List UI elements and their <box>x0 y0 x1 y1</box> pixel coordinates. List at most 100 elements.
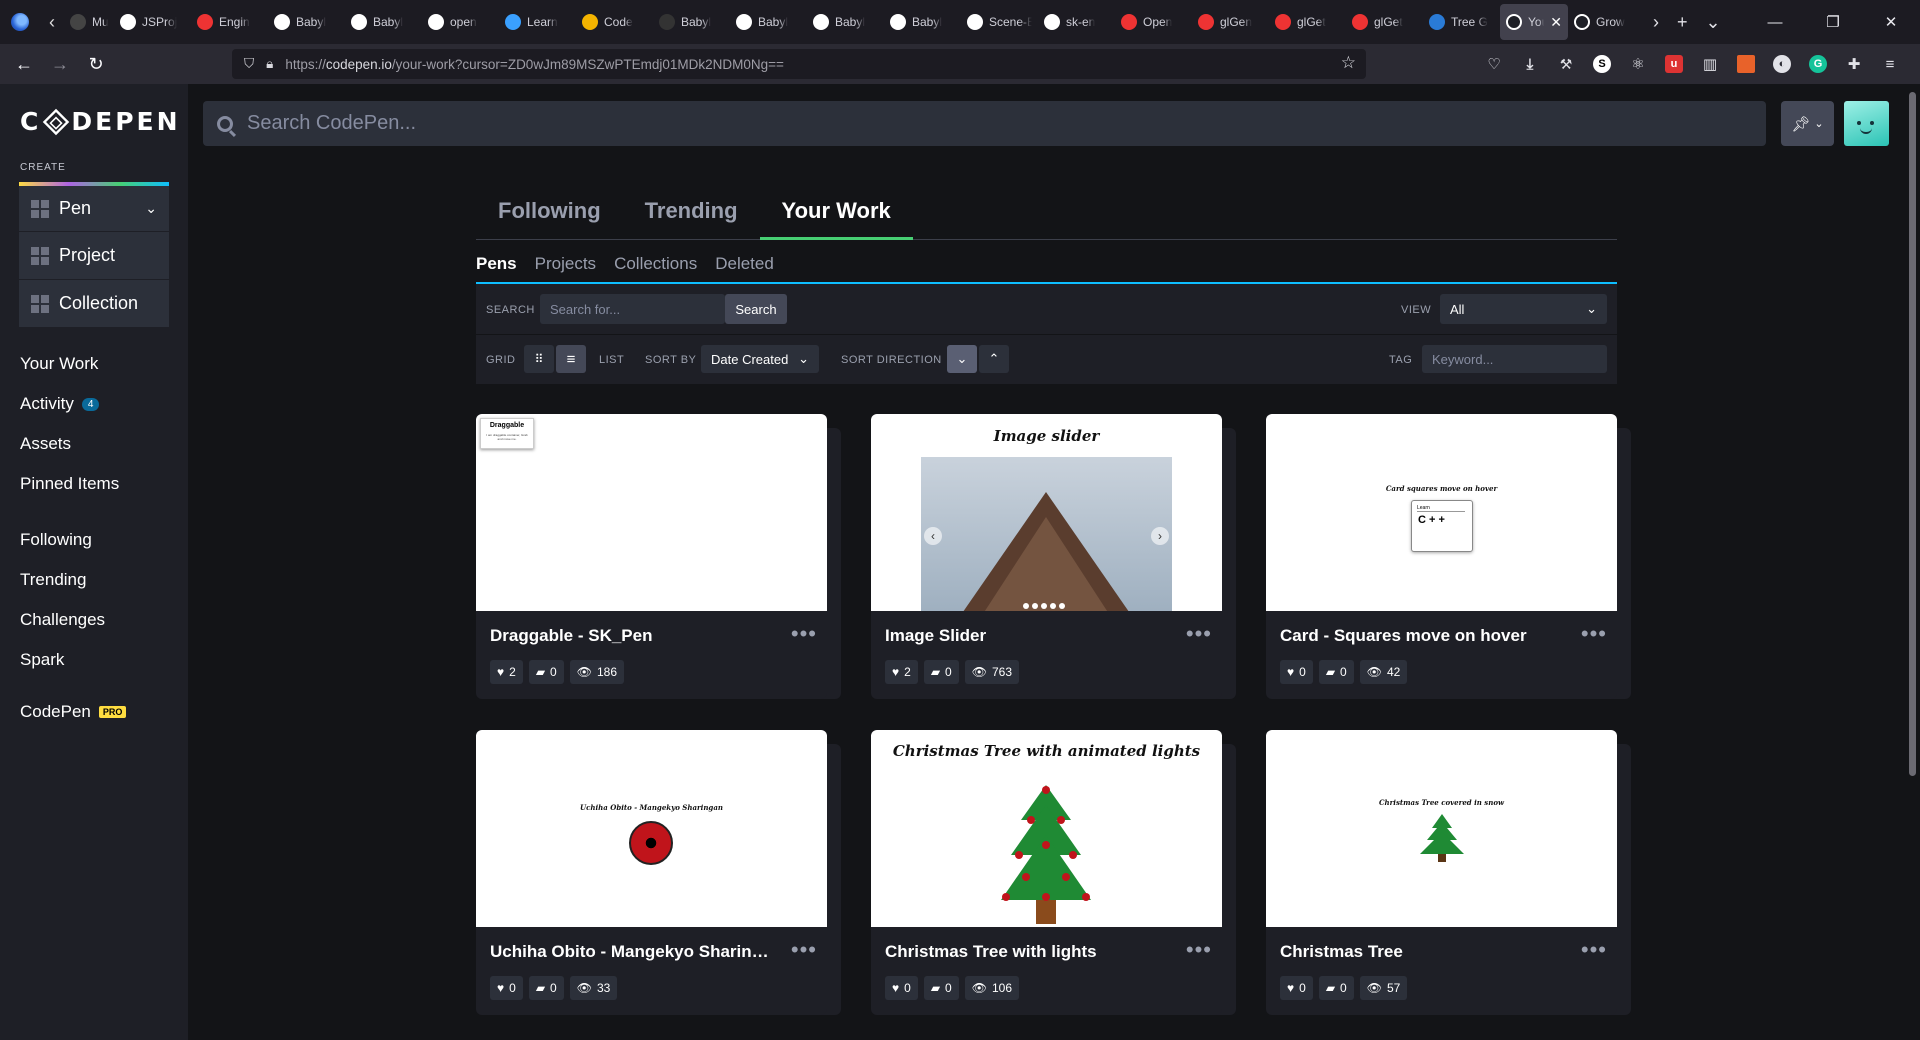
sidebar-item-your-work[interactable]: Your Work <box>20 344 180 384</box>
like-button[interactable]: ♥ 0 <box>885 976 918 1000</box>
subtab-collections[interactable]: Collections <box>614 254 697 282</box>
tab[interactable]: Grow <box>1568 4 1645 40</box>
dark-reader-icon[interactable]: ◐ <box>1773 55 1791 73</box>
pen-title[interactable]: Image Slider <box>885 626 1165 646</box>
pen-title[interactable]: Christmas Tree <box>1280 942 1560 962</box>
tab-scroll-right-icon[interactable]: › <box>1653 12 1659 33</box>
pen-title[interactable]: Uchiha Obito - Mangekyo Sharingan <box>490 942 770 962</box>
tab[interactable]: Babyl <box>345 4 422 40</box>
tab[interactable]: JSProj <box>114 4 191 40</box>
shield-icon[interactable]: ⛉ <box>244 56 254 72</box>
downloads-icon[interactable]: ⤓ <box>1521 55 1539 73</box>
tab[interactable]: Babyl <box>268 4 345 40</box>
codepen-logo[interactable]: C DEPEN <box>20 107 181 136</box>
firefox-view-button[interactable] <box>0 0 40 44</box>
like-button[interactable]: ♥ 0 <box>1280 976 1313 1000</box>
like-button[interactable]: ♥ 0 <box>490 976 523 1000</box>
pen-preview[interactable]: Card squares move on hover Learn C + + <box>1266 414 1617 611</box>
tab[interactable]: Code <box>576 4 653 40</box>
app-menu-icon[interactable]: ≡ <box>1881 55 1899 73</box>
pen-card[interactable]: Christmas Tree with animated lights Chri… <box>871 730 1236 1015</box>
pen-title[interactable]: Christmas Tree with lights <box>885 942 1165 962</box>
more-options-icon[interactable]: ••• <box>791 939 817 961</box>
new-tab-icon[interactable]: + <box>1677 12 1688 33</box>
tab[interactable]: Babyl <box>884 4 961 40</box>
back-icon[interactable]: ← <box>6 48 42 80</box>
list-view-icon[interactable]: ≡ <box>556 345 586 373</box>
user-avatar[interactable] <box>1844 101 1889 146</box>
close-tab-icon[interactable]: ✕ <box>1550 14 1562 31</box>
tab-active[interactable]: You ✕ <box>1500 4 1568 40</box>
slider-prev-icon[interactable]: ‹ <box>924 527 942 545</box>
like-button[interactable]: ♥ 2 <box>490 660 523 684</box>
sort-descending-icon[interactable]: ⌄ <box>947 345 977 373</box>
page-scrollbar[interactable] <box>1905 84 1920 1040</box>
sort-ascending-icon[interactable]: ⌃ <box>979 345 1009 373</box>
pen-preview[interactable]: Uchiha Obito - Mangekyo Sharingan <box>476 730 827 927</box>
pinned-items-button[interactable]: 📌︎ ⌄ <box>1781 101 1834 146</box>
tab[interactable]: Music <box>64 4 114 40</box>
tab[interactable]: glGen <box>1192 4 1269 40</box>
list-all-tabs-icon[interactable]: ⌄ <box>1706 12 1721 33</box>
sidebar-item-activity[interactable]: Activity 4 <box>20 384 180 424</box>
sidebar-item-spark[interactable]: Spark <box>20 640 180 680</box>
subtab-pens[interactable]: Pens <box>476 254 517 282</box>
pen-preview[interactable]: Christmas Tree with animated lights <box>871 730 1222 927</box>
tab-trending[interactable]: Trending <box>623 188 760 240</box>
create-pen-button[interactable]: Pen ⌄ <box>19 182 169 231</box>
sidebar-item-trending[interactable]: Trending <box>20 560 180 600</box>
tab[interactable]: sk-en <box>1038 4 1115 40</box>
more-options-icon[interactable]: ••• <box>1186 939 1212 961</box>
comments-button[interactable]: ▰ 0 <box>528 976 564 1000</box>
sidebar-item-assets[interactable]: Assets <box>20 424 180 464</box>
tab[interactable]: open <box>422 4 499 40</box>
comments-button[interactable]: ▰ 0 <box>528 660 564 684</box>
wrench-icon[interactable]: ⚒ <box>1557 55 1575 73</box>
tab[interactable]: Tree G <box>1423 4 1500 40</box>
chevron-down-icon[interactable]: ⌄ <box>145 200 157 217</box>
sidebar-item-following[interactable]: Following <box>20 520 180 560</box>
pen-card[interactable]: Draggable I am draggable container, Grab… <box>476 414 841 699</box>
scrollbar-thumb[interactable] <box>1909 92 1916 776</box>
pen-preview[interactable]: Image slider ‹ › <box>871 414 1222 611</box>
bookmark-star-icon[interactable]: ☆ <box>1341 53 1356 73</box>
slider-next-icon[interactable]: › <box>1151 527 1169 545</box>
grid-view-icon[interactable]: ⠿ <box>524 345 554 373</box>
tab[interactable]: Open <box>1115 4 1192 40</box>
close-window-icon[interactable]: ✕ <box>1862 0 1920 44</box>
pen-title[interactable]: Card - Squares move on hover <box>1280 626 1560 646</box>
tab-scroll-left-icon[interactable]: ‹ <box>40 0 64 44</box>
view-select[interactable]: All ⌄ <box>1440 294 1607 324</box>
more-options-icon[interactable]: ••• <box>1186 623 1212 645</box>
pen-card[interactable]: Uchiha Obito - Mangekyo Sharingan Uchiha… <box>476 730 841 1015</box>
like-button[interactable]: ♥ 2 <box>885 660 918 684</box>
more-options-icon[interactable]: ••• <box>791 623 817 645</box>
tab[interactable]: Babyl <box>807 4 884 40</box>
sidebar-item-codepen-pro[interactable]: CodePen PRO <box>20 692 180 732</box>
subtab-deleted[interactable]: Deleted <box>715 254 774 282</box>
comments-button[interactable]: ▰ 0 <box>923 976 959 1000</box>
pen-preview[interactable]: Draggable I am draggable container, Grab… <box>476 414 827 611</box>
subtab-projects[interactable]: Projects <box>535 254 596 282</box>
pen-title[interactable]: Draggable - SK_Pen <box>490 626 770 646</box>
tab[interactable]: Babyl <box>653 4 730 40</box>
lock-icon[interactable]: 🔒︎ <box>266 56 273 72</box>
tab-following[interactable]: Following <box>476 188 623 240</box>
tab[interactable]: glGet <box>1346 4 1423 40</box>
comments-button[interactable]: ▰ 0 <box>923 660 959 684</box>
tab[interactable]: glGet <box>1269 4 1346 40</box>
extension-s-icon[interactable]: S <box>1593 55 1611 73</box>
extension-orange-icon[interactable] <box>1737 55 1755 73</box>
comments-button[interactable]: ▰ 0 <box>1318 660 1354 684</box>
pen-preview[interactable]: Christmas Tree covered in snow <box>1266 730 1617 927</box>
tab[interactable]: Scene-Eng <box>961 4 1038 40</box>
pen-card[interactable]: Card squares move on hover Learn C + + C… <box>1266 414 1631 699</box>
pocket-icon[interactable]: ♡ <box>1485 55 1503 73</box>
create-collection-button[interactable]: Collection <box>19 280 169 327</box>
codepen-search-bar[interactable]: Search CodePen... <box>203 101 1766 146</box>
sidebar-item-pinned-items[interactable]: Pinned Items <box>20 464 180 504</box>
pen-search-input[interactable]: Search for... <box>540 294 725 324</box>
tab-your-work[interactable]: Your Work <box>759 188 913 240</box>
more-options-icon[interactable]: ••• <box>1581 623 1607 645</box>
comments-button[interactable]: ▰ 0 <box>1318 976 1354 1000</box>
